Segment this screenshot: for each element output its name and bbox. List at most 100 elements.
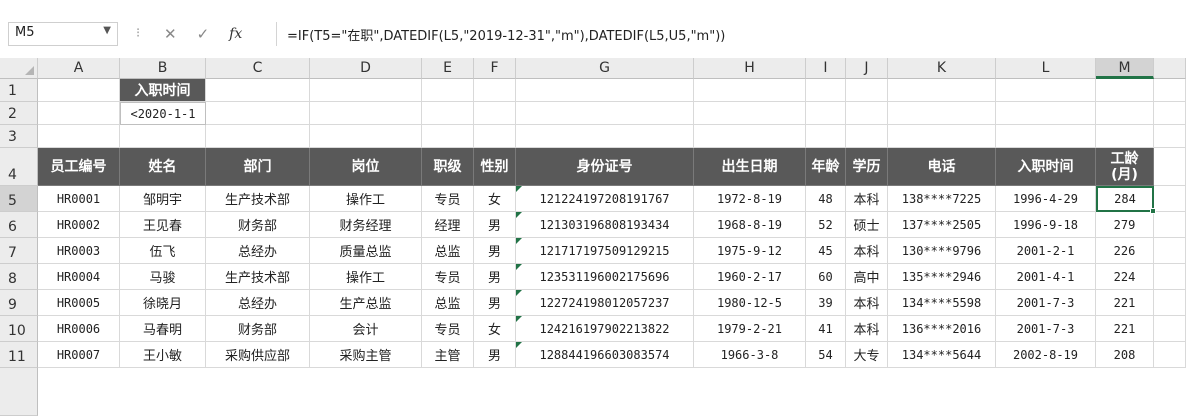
table-cell[interactable]: 女 xyxy=(474,316,516,342)
table-cell[interactable]: 生产技术部 xyxy=(206,264,310,290)
row-header-4[interactable]: 4 xyxy=(0,148,38,186)
table-cell[interactable]: 财务部 xyxy=(206,212,310,238)
table-cell[interactable]: 采购供应部 xyxy=(206,342,310,368)
table-cell[interactable]: 208 xyxy=(1096,342,1154,368)
table-cell[interactable]: 124216197902213822 xyxy=(516,316,694,342)
table-cell[interactable]: 121303196808193434 xyxy=(516,212,694,238)
table-cell[interactable]: 硕士 xyxy=(846,212,888,238)
table-cell[interactable] xyxy=(996,79,1096,102)
cancel-icon[interactable]: ✕ xyxy=(164,25,177,43)
table-cell[interactable]: 操作工 xyxy=(310,264,422,290)
table-cell[interactable]: 财务部 xyxy=(206,316,310,342)
table-cell[interactable]: 专员 xyxy=(422,186,474,212)
table-cell[interactable]: 135****2946 xyxy=(888,264,996,290)
table-cell[interactable] xyxy=(1096,79,1154,102)
table-cell[interactable]: 1996-4-29 xyxy=(996,186,1096,212)
table-cell[interactable] xyxy=(310,79,422,102)
table-cell[interactable]: 45 xyxy=(806,238,846,264)
table-cell[interactable]: 279 xyxy=(1096,212,1154,238)
table-cell[interactable]: 马骏 xyxy=(120,264,206,290)
table-cell[interactable]: 总经办 xyxy=(206,238,310,264)
table-cell[interactable]: 121224197208191767 xyxy=(516,186,694,212)
column-header-H[interactable]: H xyxy=(694,58,806,79)
active-cell[interactable]: 284 xyxy=(1096,186,1154,212)
table-cell[interactable] xyxy=(1154,290,1186,316)
table-cell[interactable] xyxy=(1154,264,1186,290)
table-cell[interactable]: 本科 xyxy=(846,290,888,316)
table-cell[interactable] xyxy=(1154,212,1186,238)
table-cell[interactable]: 1979-2-21 xyxy=(694,316,806,342)
table-cell[interactable] xyxy=(806,125,846,148)
table-cell[interactable] xyxy=(1154,79,1186,102)
table-cell[interactable] xyxy=(422,102,474,125)
table-cell[interactable]: 男 xyxy=(474,264,516,290)
name-box[interactable]: M5 ▼ xyxy=(8,22,118,46)
column-header-M[interactable]: M xyxy=(1096,58,1154,79)
table-cell[interactable]: 122724198012057237 xyxy=(516,290,694,316)
table-cell[interactable]: 138****7225 xyxy=(888,186,996,212)
table-cell[interactable]: 男 xyxy=(474,212,516,238)
confirm-icon[interactable]: ✓ xyxy=(197,25,210,43)
table-cell[interactable] xyxy=(1096,102,1154,125)
row-header-2[interactable]: 2 xyxy=(0,102,38,125)
table-cell[interactable]: 52 xyxy=(806,212,846,238)
row-header-partial[interactable] xyxy=(0,368,38,416)
table-cell[interactable] xyxy=(120,125,206,148)
table-cell[interactable]: HR0001 xyxy=(38,186,120,212)
table-cell[interactable]: 生产总监 xyxy=(310,290,422,316)
table-cell[interactable]: 60 xyxy=(806,264,846,290)
table-cell[interactable]: 1972-8-19 xyxy=(694,186,806,212)
table-cell[interactable]: 226 xyxy=(1096,238,1154,264)
table-cell[interactable]: 本科 xyxy=(846,186,888,212)
table-cell[interactable]: 质量总监 xyxy=(310,238,422,264)
table-cell[interactable] xyxy=(1154,238,1186,264)
table-cell[interactable]: 王小敏 xyxy=(120,342,206,368)
table-cell[interactable] xyxy=(38,79,120,102)
table-cell[interactable]: 2001-2-1 xyxy=(996,238,1096,264)
table-cell[interactable] xyxy=(694,102,806,125)
row-header-11[interactable]: 11 xyxy=(0,342,38,368)
table-cell[interactable]: 总监 xyxy=(422,290,474,316)
column-header-L[interactable]: L xyxy=(996,58,1096,79)
column-header-K[interactable]: K xyxy=(888,58,996,79)
row-header-1[interactable]: 1 xyxy=(0,79,38,102)
criteria-header-cell[interactable]: 入职时间 xyxy=(120,79,206,102)
table-cell[interactable]: 137****2505 xyxy=(888,212,996,238)
table-cell[interactable]: 高中 xyxy=(846,264,888,290)
row-header-3[interactable]: 3 xyxy=(0,125,38,148)
table-cell[interactable]: 121717197509129215 xyxy=(516,238,694,264)
table-cell[interactable]: 2002-8-19 xyxy=(996,342,1096,368)
table-cell[interactable]: 徐晓月 xyxy=(120,290,206,316)
table-cell[interactable]: 马春明 xyxy=(120,316,206,342)
table-cell[interactable] xyxy=(516,79,694,102)
table-cell[interactable] xyxy=(888,79,996,102)
table-cell[interactable]: 伍飞 xyxy=(120,238,206,264)
column-header-A[interactable]: A xyxy=(38,58,120,79)
table-cell[interactable]: 221 xyxy=(1096,290,1154,316)
table-cell[interactable]: 123531196002175696 xyxy=(516,264,694,290)
table-cell[interactable]: 1975-9-12 xyxy=(694,238,806,264)
table-cell[interactable]: 男 xyxy=(474,342,516,368)
table-cell[interactable]: 1966-3-8 xyxy=(694,342,806,368)
table-cell[interactable] xyxy=(806,102,846,125)
table-cell[interactable]: HR0007 xyxy=(38,342,120,368)
table-cell[interactable]: HR0002 xyxy=(38,212,120,238)
table-cell[interactable]: 134****5598 xyxy=(888,290,996,316)
table-cell[interactable]: 54 xyxy=(806,342,846,368)
table-cell[interactable] xyxy=(38,125,120,148)
table-cell[interactable]: 操作工 xyxy=(310,186,422,212)
table-cell[interactable] xyxy=(996,102,1096,125)
table-cell[interactable]: 48 xyxy=(806,186,846,212)
row-header-6[interactable]: 6 xyxy=(0,212,38,238)
table-cell[interactable] xyxy=(846,125,888,148)
table-cell[interactable]: 134****5644 xyxy=(888,342,996,368)
table-cell[interactable]: 大专 xyxy=(846,342,888,368)
table-cell[interactable] xyxy=(1154,186,1186,212)
row-header-9[interactable]: 9 xyxy=(0,290,38,316)
row-header-7[interactable]: 7 xyxy=(0,238,38,264)
table-cell[interactable]: 总监 xyxy=(422,238,474,264)
table-cell[interactable] xyxy=(996,125,1096,148)
table-cell[interactable]: 1980-12-5 xyxy=(694,290,806,316)
table-cell[interactable] xyxy=(1096,125,1154,148)
table-cell[interactable]: 经理 xyxy=(422,212,474,238)
